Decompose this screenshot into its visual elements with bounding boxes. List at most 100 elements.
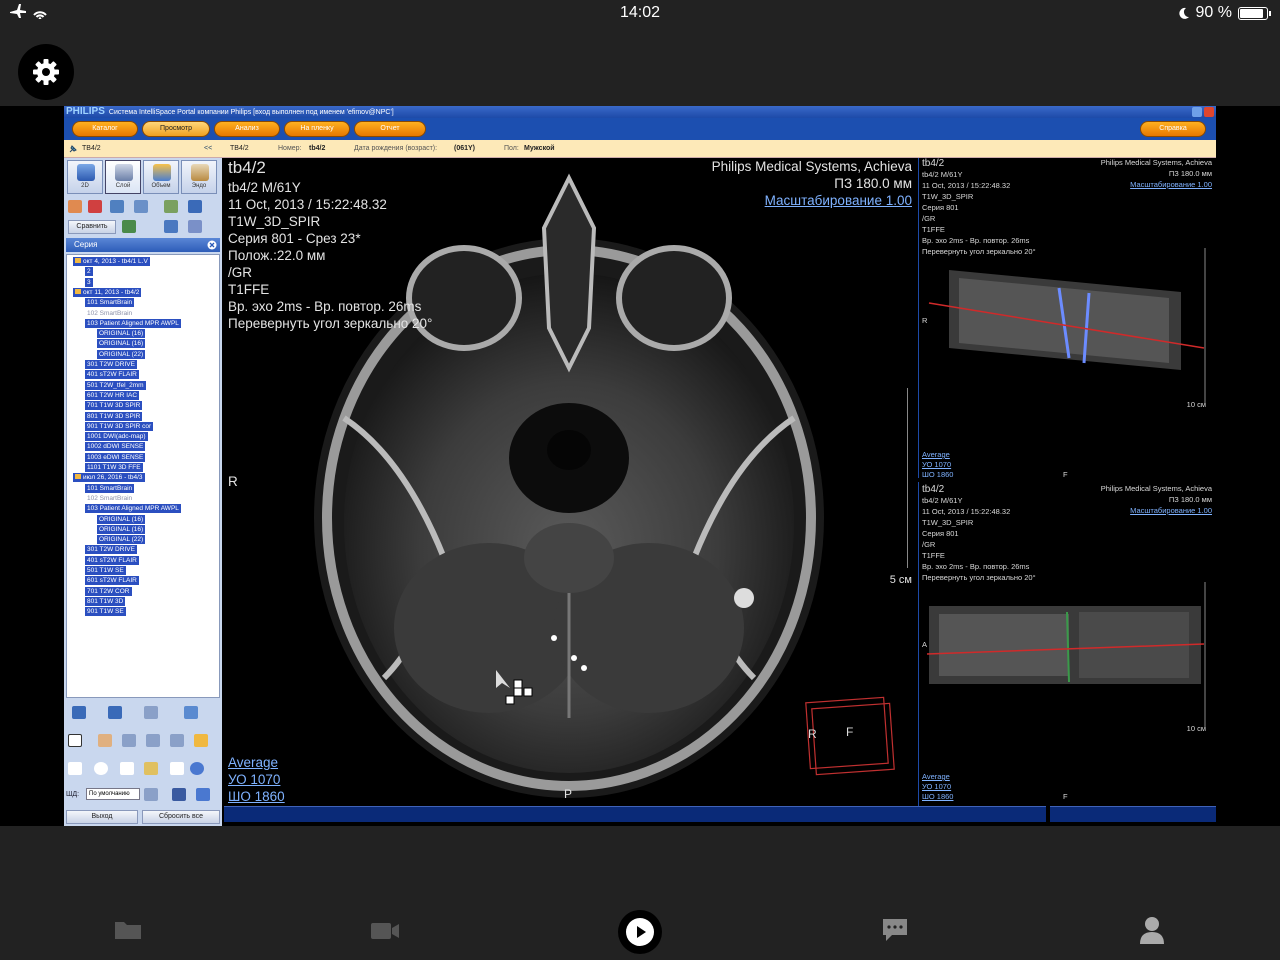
tree-series-node[interactable]: ORIGINAL (16) (97, 339, 146, 349)
side1-ww[interactable]: ШО 1860 (922, 470, 953, 478)
axial-viewport[interactable]: tb4/2 tb4/2 M/61Y 11 Oct, 2013 / 15:22:4… (224, 158, 916, 804)
angle-tool-icon[interactable] (120, 762, 134, 775)
tab-endo[interactable]: Эндо (181, 160, 217, 194)
ruler-tool-icon[interactable] (144, 762, 158, 775)
tree-study-node[interactable]: окт 11, 2013 - tb4/2 (73, 287, 142, 297)
side2-zoom-link[interactable]: Масштабирование 1.00 (1130, 506, 1212, 516)
link-icon[interactable] (122, 220, 136, 233)
tree-series-node[interactable]: 401 sT2W FLAIR (85, 555, 139, 565)
tree-study-node[interactable]: июл 26, 2016 - tb4/3 (73, 473, 145, 483)
play-button[interactable] (618, 910, 662, 954)
window-mode-link[interactable]: Average (228, 754, 278, 771)
zoom-tool-icon[interactable] (122, 734, 136, 747)
menu-film[interactable]: На пленку (284, 121, 350, 137)
main-scrollbar[interactable] (224, 806, 1046, 822)
book-icon[interactable] (184, 706, 198, 719)
window-level-link[interactable]: УО 1070 (228, 771, 280, 788)
tool-icon-2[interactable] (88, 200, 102, 213)
tree-series-node[interactable]: 301 T2W DRIVE (85, 360, 137, 369)
video-icon[interactable] (370, 922, 400, 940)
side2-window-mode[interactable]: Average (922, 772, 950, 782)
tree-series-node[interactable]: 701 T1W 3D SPIR (85, 401, 143, 411)
tree-series-node[interactable]: 2 (85, 267, 93, 277)
tree-series-node[interactable]: 1001 DWI(adc-map) (85, 432, 148, 442)
menu-catalog[interactable]: Каталог (72, 121, 138, 137)
side2-wl[interactable]: УО 1070 (922, 782, 951, 792)
settings-button[interactable] (18, 44, 74, 100)
reset-all-button[interactable]: Сбросить все (142, 810, 220, 824)
tree-series-node[interactable]: 102 SmartBrain (85, 309, 134, 318)
window-tool-icon[interactable] (146, 734, 160, 747)
tab-slice[interactable]: Слой (105, 160, 141, 194)
tree-series-node[interactable]: 501 T1W SE (85, 566, 126, 575)
tree-series-node[interactable]: 301 T2W DRIVE (85, 545, 137, 555)
minimize-button[interactable] (1192, 107, 1202, 117)
tree-series-node[interactable]: ORIGINAL (16) (97, 514, 146, 524)
tree-series-node[interactable]: 1101 T1W 3D FFE (85, 463, 143, 472)
folder-icon[interactable] (114, 918, 142, 940)
ellipse-tool-icon[interactable] (94, 762, 108, 775)
roi-tool-icon[interactable] (190, 762, 204, 775)
window-width-link[interactable]: ШО 1860 (228, 788, 285, 804)
tool-icon-3[interactable] (110, 200, 124, 213)
person-icon[interactable] (1140, 916, 1164, 944)
tree-series-node[interactable]: 901 T1W SE (85, 607, 126, 617)
tab-volume[interactable]: Объем (143, 160, 179, 194)
coronal-viewport[interactable]: tb4/2 tb4/2 M/61Y 11 Oct, 2013 / 15:22:4… (918, 158, 1216, 478)
chat-icon[interactable] (882, 918, 908, 942)
scroll-tool-icon[interactable] (170, 734, 184, 747)
tree-series-node[interactable]: 1003 eDWI SENSE (85, 452, 146, 462)
tree-series-node[interactable]: 801 T1W 3D SPIR (85, 411, 143, 421)
close-circle-icon[interactable] (207, 240, 217, 250)
tree-series-node[interactable]: 701 T2W COR (85, 586, 132, 596)
tree-series-node[interactable]: 3 (85, 277, 93, 287)
tree-series-node[interactable]: 901 T1W 3D SPIR cor (85, 421, 154, 431)
tree-study-node[interactable]: окт 4, 2013 - tb4/1 L.V (73, 257, 150, 266)
layout-icon-3[interactable] (196, 788, 210, 801)
layout-grid-icon[interactable] (188, 200, 202, 213)
tree-series-node[interactable]: 801 T1W 3D (85, 596, 126, 606)
side1-wl[interactable]: УО 1070 (922, 460, 951, 470)
tab-2d[interactable]: 2D (67, 160, 103, 194)
tree-series-node[interactable]: 401 sT2W FLAIR (85, 370, 139, 380)
annotation-tool-icon[interactable] (170, 762, 184, 775)
tree-series-node[interactable]: 501 T2W_tfel_2mm (85, 380, 146, 390)
tree-series-node[interactable]: 102 SmartBrain (85, 494, 134, 503)
tree-series-node[interactable]: 103 Patient Aligned MPR AWPL (85, 504, 181, 514)
save-icon[interactable] (72, 706, 86, 719)
tree-series-node[interactable]: ORIGINAL (16) (97, 329, 146, 339)
eraser-tool-icon[interactable] (194, 734, 208, 747)
tree-series-node[interactable]: 103 Patient Aligned MPR AWPL (85, 318, 181, 328)
side1-zoom-link[interactable]: Масштабирование 1.00 (1130, 180, 1212, 190)
close-button[interactable] (1204, 107, 1214, 117)
side-scrollbar[interactable] (1050, 806, 1216, 822)
tool-icon-5[interactable] (164, 200, 178, 213)
tree-series-node[interactable]: 101 SmartBrain (85, 483, 135, 493)
layout-select[interactable]: По умолчанию (86, 788, 140, 800)
pointer-tool-icon[interactable] (68, 734, 82, 747)
help-button[interactable]: Справка (1140, 121, 1206, 137)
pan-tool-icon[interactable] (98, 734, 112, 747)
tree-series-node[interactable]: 601 sT2W FLAIR (85, 576, 139, 586)
tree-series-node[interactable]: 101 SmartBrain (85, 298, 135, 308)
tree-series-node[interactable]: ORIGINAL (22) (97, 535, 146, 545)
tree-series-node[interactable]: ORIGINAL (22) (97, 349, 146, 359)
side1-window-mode[interactable]: Average (922, 450, 950, 460)
menu-view[interactable]: Просмотр (142, 121, 210, 137)
exit-button[interactable]: Выход (66, 810, 138, 824)
menu-analysis[interactable]: Анализ (214, 121, 280, 137)
zoom-link[interactable]: Масштабирование 1.00 (765, 192, 912, 209)
tree-series-node[interactable]: 601 T2W HR IAC (85, 390, 140, 400)
line-tool-icon[interactable] (68, 762, 82, 775)
patient-tab[interactable]: TB4/2 (82, 140, 101, 158)
camera-icon[interactable] (108, 706, 122, 719)
tool-icon-1[interactable] (68, 200, 82, 213)
export-icon[interactable] (188, 220, 202, 233)
menu-report[interactable]: Отчет (354, 121, 426, 137)
collapse-button[interactable]: << (204, 140, 212, 158)
tree-series-node[interactable]: 1002 dDWI SENSE (85, 442, 146, 452)
compare-button[interactable]: Сравнить (68, 220, 116, 234)
tool-icon-4[interactable] (134, 200, 148, 213)
sagittal-viewport[interactable]: tb4/2 tb4/2 M/61Y 11 Oct, 2013 / 15:22:4… (918, 482, 1216, 806)
tree-series-node[interactable]: ORIGINAL (16) (97, 524, 146, 534)
